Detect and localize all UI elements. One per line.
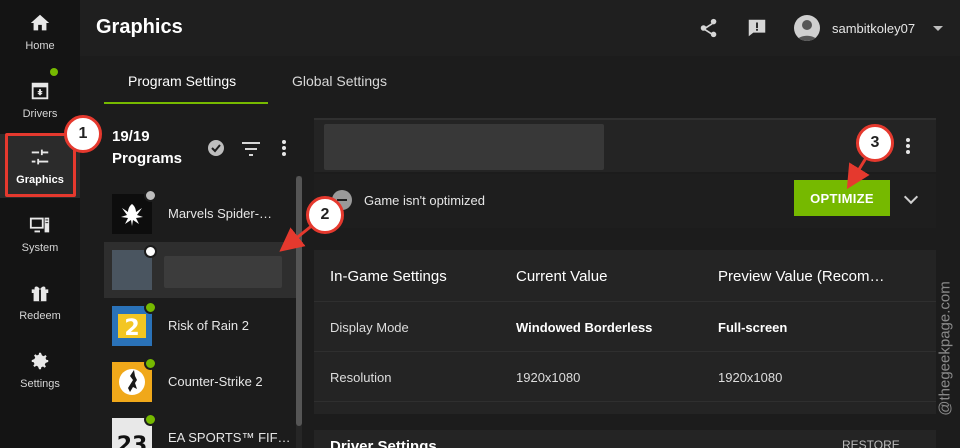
annotation-callout-2: 2 (306, 196, 344, 234)
watermark-text: @thegeekpage.com (936, 281, 954, 416)
annotation-callout-3: 3 (856, 124, 894, 162)
annotation-callout-1: 1 (64, 115, 102, 153)
watermark: @thegeekpage.com (930, 260, 960, 440)
annotation-arrows (279, 157, 870, 252)
